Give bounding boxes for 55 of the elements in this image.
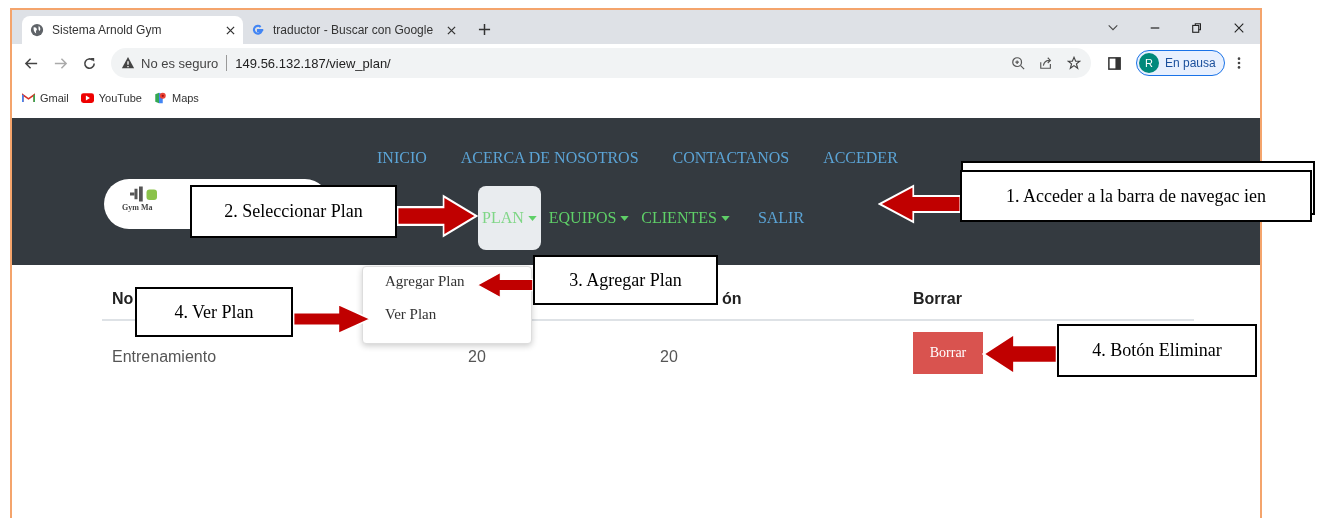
logo-text: Gym Ma: [122, 203, 153, 212]
restore-icon[interactable]: [1191, 22, 1203, 34]
security-label: No es seguro: [141, 55, 219, 71]
column-header: ón: [721, 290, 743, 308]
warning-icon: [121, 56, 135, 70]
profile-status: En pausa: [1165, 56, 1216, 70]
browser-tab[interactable]: Sistema Arnold Gym: [22, 16, 243, 44]
bookmark[interactable]: Gmail: [22, 92, 69, 104]
column-header: Borrar: [913, 290, 962, 308]
bookmark-label: Gmail: [40, 92, 69, 104]
nav-link[interactable]: INICIO: [377, 149, 427, 167]
map-pin-icon: [153, 92, 167, 104]
bookmark-label: Maps: [171, 92, 199, 104]
close-icon[interactable]: [226, 25, 235, 35]
table-cell-text: 20: [468, 347, 487, 366]
callout-label: 3. Agregar Plan: [533, 255, 718, 305]
bookmark[interactable]: Maps: [153, 92, 199, 104]
reload-icon[interactable]: [82, 55, 97, 71]
share-icon[interactable]: [1039, 56, 1053, 70]
url-text: 149.56.132.187/view_plan/: [235, 55, 391, 71]
mail-icon: [22, 92, 35, 104]
close-icon[interactable]: [447, 25, 456, 35]
callout-label: 2. Seleccionar Plan: [190, 185, 397, 238]
menu-item[interactable]: Ver Plan: [385, 306, 437, 323]
globe-icon: [30, 23, 44, 37]
nav-link[interactable]: ACCEDER: [823, 149, 898, 167]
google-icon: [251, 23, 265, 37]
dumbbell-icon: [130, 185, 160, 203]
nav-link[interactable]: CLIENTES: [637, 186, 734, 250]
bookmark[interactable]: YouTube: [80, 92, 142, 104]
profile-button[interactable]: R En pausa: [1136, 50, 1225, 76]
tab-title: traductor - Buscar con Google: [273, 23, 435, 37]
nav-link[interactable]: CONTACTANOS: [672, 149, 790, 167]
new-tab-icon[interactable]: [478, 23, 491, 36]
zoom-icon[interactable]: [1011, 56, 1025, 70]
star-icon[interactable]: [1067, 56, 1081, 70]
callout-label: 4. Ver Plan: [135, 287, 293, 337]
address-bar[interactable]: No es seguro 149.56.132.187/view_plan/: [111, 48, 1091, 78]
play-icon: [80, 92, 94, 104]
nav-link[interactable]: SALIR: [753, 186, 809, 250]
bookmark-label: YouTube: [98, 92, 142, 104]
close-icon[interactable]: [1233, 22, 1245, 34]
menu-icon[interactable]: [1236, 56, 1241, 70]
menu-item[interactable]: Agregar Plan: [385, 273, 465, 290]
table-cell-text: Entrenamiento: [111, 347, 218, 366]
tab-title: Sistema Arnold Gym: [52, 23, 163, 37]
browser-tab[interactable]: traductor - Buscar con Google: [243, 16, 464, 44]
column-header: No: [111, 290, 135, 308]
nav-link[interactable]: ACERCA DE NOSOTROS: [460, 149, 639, 167]
side-panel-icon[interactable]: [1107, 55, 1122, 71]
nav-link[interactable]: EQUIPOS: [544, 186, 634, 250]
avatar: R: [1139, 53, 1159, 73]
delete-button[interactable]: Borrar: [913, 332, 983, 374]
table-cell-text: 20: [660, 347, 679, 366]
callout-label: 4. Botón Eliminar: [1057, 324, 1257, 377]
